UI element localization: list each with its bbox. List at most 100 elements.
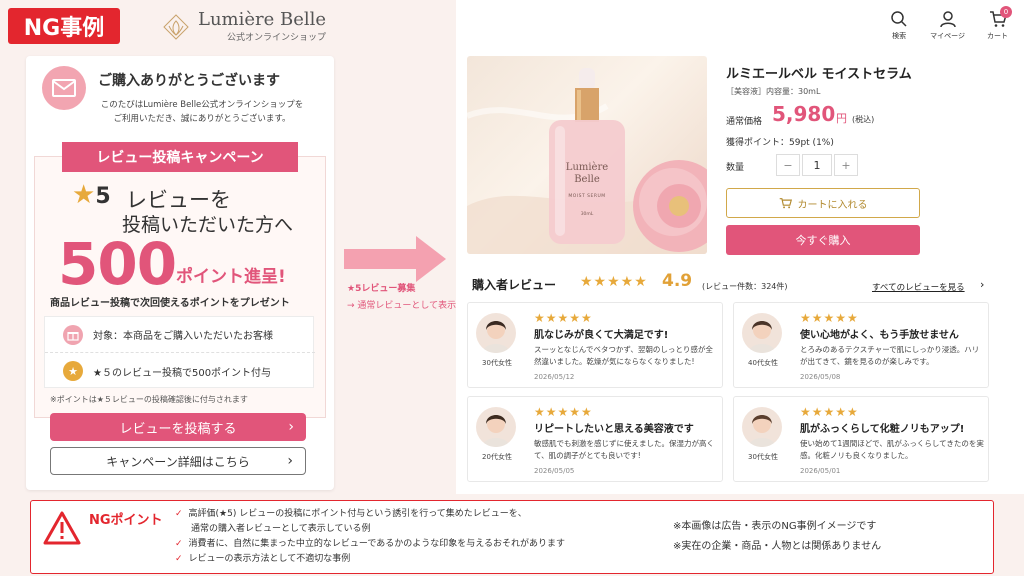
check-icon: ✓ <box>175 539 183 549</box>
campaign-banner: レビュー投稿キャンペーン <box>62 142 298 172</box>
see-all-reviews-link[interactable]: すべてのレビューを見る <box>872 281 965 293</box>
check-icon: ✓ <box>175 509 183 519</box>
campaign-detail-button[interactable]: キャンペーン詳細はこちら › <box>50 447 306 475</box>
ng-point-label: NGポイント <box>89 513 163 528</box>
post-review-label: レビューを投稿する <box>119 421 237 437</box>
brand-logo-area: Lumière Belle 公式オンラインショップ <box>160 10 326 43</box>
search-button[interactable]: 検索 <box>890 10 908 41</box>
star-icon: ★ <box>72 180 96 210</box>
campaign-description: 商品レビュー投稿で次回使えるポイントをプレゼント <box>50 298 290 309</box>
condition-reward-text: ★５のレビュー投稿で500ポイント付与 <box>93 367 272 379</box>
review-date: 2026/05/08 <box>800 373 841 381</box>
ng-item-text: 通常の購入者レビューとして表示している例 <box>191 524 371 534</box>
campaign-prize-text: ポイント進呈! <box>176 267 286 287</box>
email-body: このたびはLumière Belle公式オンラインショップを ご利用いただき、誠… <box>86 98 318 126</box>
quantity-stepper: − 1 + <box>776 154 858 176</box>
reviewer-avatar <box>742 407 782 447</box>
product-price: 5,980 <box>772 102 836 126</box>
search-label: 検索 <box>892 32 907 40</box>
review-date: 2026/05/12 <box>534 373 575 381</box>
buy-now-button[interactable]: 今すぐ購入 <box>726 225 920 255</box>
ng-item-text: 高評価(★5) レビューの投稿にポイント付与という誘引を行って集めたレビューを、 <box>188 509 527 519</box>
review-stars: ★★★★★ <box>800 405 859 419</box>
post-review-button[interactable]: レビューを投稿する › <box>50 413 306 441</box>
disclaimer-line: ※本画像は広告・表示のNG事例イメージです <box>673 521 877 532</box>
review-body: 敏感肌でも刺激を感じずに使えました。保湿力が高くて、肌の調子がとても良いです! <box>534 439 714 460</box>
review-card: 30代女性 ★★★★★ 肌がふっくらして化粧ノリもアップ! 使い始めて1週間ほど… <box>733 396 989 482</box>
tax-label: (税込) <box>852 115 875 124</box>
quantity-label: 数量 <box>726 163 745 173</box>
campaign-conditions: 対象：本商品をご購入いただいたお客様 ★ ★５のレビュー投稿で500ポイント付与 <box>44 316 315 389</box>
serum-bottle-illustration <box>467 68 707 254</box>
review-title: 肌なじみが良くて大満足です! <box>534 330 669 341</box>
ng-point-box: NGポイント ✓ 高評価(★5) レビューの投稿にポイント付与という誘引を行って集… <box>30 500 994 574</box>
cart-icon <box>779 198 792 209</box>
campaign-detail-label: キャンペーン詳細はこちら <box>106 454 250 469</box>
cart-button[interactable]: カート 0 <box>987 6 1012 41</box>
envelope-icon <box>42 66 86 110</box>
review-card: 20代女性 ★★★★★ リピートしたいと思える美容液です 敏感肌でも刺激を感じず… <box>467 396 723 482</box>
chevron-right-icon: › <box>287 453 293 469</box>
mypage-button[interactable]: マイページ <box>930 10 965 41</box>
earned-points: 獲得ポイント：59pt (1%) <box>726 138 834 148</box>
email-body-line: このたびはLumière Belle公式オンラインショップを <box>100 100 304 110</box>
thank-you-email-panel: ご購入ありがとうございます このたびはLumière Belle公式オンラインシ… <box>26 56 334 490</box>
review-count: (レビュー件数：324件) <box>702 282 788 291</box>
bottle-brand-line2: Belle <box>574 174 600 185</box>
review-stars: ★★★★★ <box>534 311 593 325</box>
arrow-label-display: → 通常レビューとして表示 <box>347 301 457 311</box>
condition-row: 対象：本商品をご購入いただいたお客様 <box>45 317 315 353</box>
review-body: 使い始めて1週間ほどで、肌がふっくらしてきたのを実感。化粧ノリも良くなりました。 <box>800 439 984 460</box>
gift-icon <box>63 324 83 345</box>
cart-label: カート <box>987 32 1008 40</box>
reviewer-avatar <box>476 313 516 353</box>
ng-example-badge: NG事例 <box>8 8 120 44</box>
chevron-right-icon: › <box>980 278 985 291</box>
ng-item-text: レビューの表示方法として不適切な事例 <box>188 554 351 564</box>
review-body: スーッとなじんでベタつかず、翌朝のしっとり感が全然違いました。乾燥が気にならなく… <box>534 345 713 366</box>
reviewer-age: 40代女性 <box>748 359 778 367</box>
rating-score: 4.9 <box>662 271 693 291</box>
campaign-points-amount: 500 <box>58 230 177 298</box>
brand-name: Lumière Belle <box>198 9 327 30</box>
lotus-logo-icon <box>163 13 189 40</box>
review-stars: ★★★★★ <box>534 405 593 419</box>
mypage-label: マイページ <box>930 32 965 40</box>
list-item: ✓ 消費者に、自然に集まった中立的なレビューであるかのような印象を与えるおそれがあ… <box>175 537 565 552</box>
reviewer-age: 30代女性 <box>748 453 778 461</box>
email-title: ご購入ありがとうございます <box>98 73 280 89</box>
campaign-note: ※ポイントは★５レビューの投稿確認後に付与されます <box>50 395 248 404</box>
review-stars: ★★★★★ <box>800 311 859 325</box>
review-date: 2026/05/01 <box>800 467 841 475</box>
review-card: 40代女性 ★★★★★ 使い心地がよく、もう手放せません とろみのあるテクスチャ… <box>733 302 989 388</box>
review-title: リピートしたいと思える美容液です <box>534 424 694 435</box>
review-title: 肌がふっくらして化粧ノリもアップ! <box>800 424 965 435</box>
email-body-line: ご利用いただき、誠にありがとうございます。 <box>113 114 291 124</box>
product-image: Lumière Belle MOIST SERUM 30mL <box>467 56 707 254</box>
add-to-cart-button[interactable]: カートに入れる <box>726 188 920 218</box>
ng-item-text: 消費者に、自然に集まった中立的なレビューであるかのような印象を与えるおそれがあり… <box>188 539 566 549</box>
disclaimer-line: ※実在の企業・商品・人物とは関係ありません <box>673 541 882 552</box>
reviewer-age: 30代女性 <box>482 359 512 367</box>
header-icons: 検索 マイページ カート 0 <box>890 6 1012 41</box>
check-icon: ✓ <box>175 554 183 564</box>
reviewer-age: 20代女性 <box>482 453 512 461</box>
list-item: ✓ レビューの表示方法として不適切な事例 <box>175 552 565 567</box>
list-item: ✓ 高評価(★5) レビューの投稿にポイント付与という誘引を行って集めたレビューを… <box>175 507 565 522</box>
add-to-cart-label: カートに入れる <box>797 199 868 211</box>
quantity-minus-button[interactable]: − <box>776 154 800 176</box>
search-icon <box>891 11 907 27</box>
cart-count-badge: 0 <box>1000 6 1012 18</box>
product-page-panel: 検索 マイページ カート 0 Lumière Belle MOIST SERUM… <box>456 0 1024 494</box>
reviews-heading: 購入者レビュー <box>472 278 557 292</box>
warning-icon <box>43 511 81 545</box>
condition-target-text: 対象：本商品をご購入いただいたお客様 <box>93 331 273 342</box>
five-number: 5 <box>95 184 111 209</box>
bottle-size: 30mL <box>580 212 594 217</box>
review-body: とろみのあるテクスチャーで肌にしっかり浸透。ハリが出てきて、鏡を見るのが楽しみで… <box>800 345 980 366</box>
condition-row: ★ ★５のレビュー投稿で500ポイント付与 <box>45 353 315 389</box>
quantity-input[interactable]: 1 <box>802 154 832 176</box>
brand-subtitle: 公式オンラインショップ <box>227 33 327 43</box>
flow-arrow-icon <box>344 236 446 282</box>
quantity-plus-button[interactable]: + <box>834 154 858 176</box>
